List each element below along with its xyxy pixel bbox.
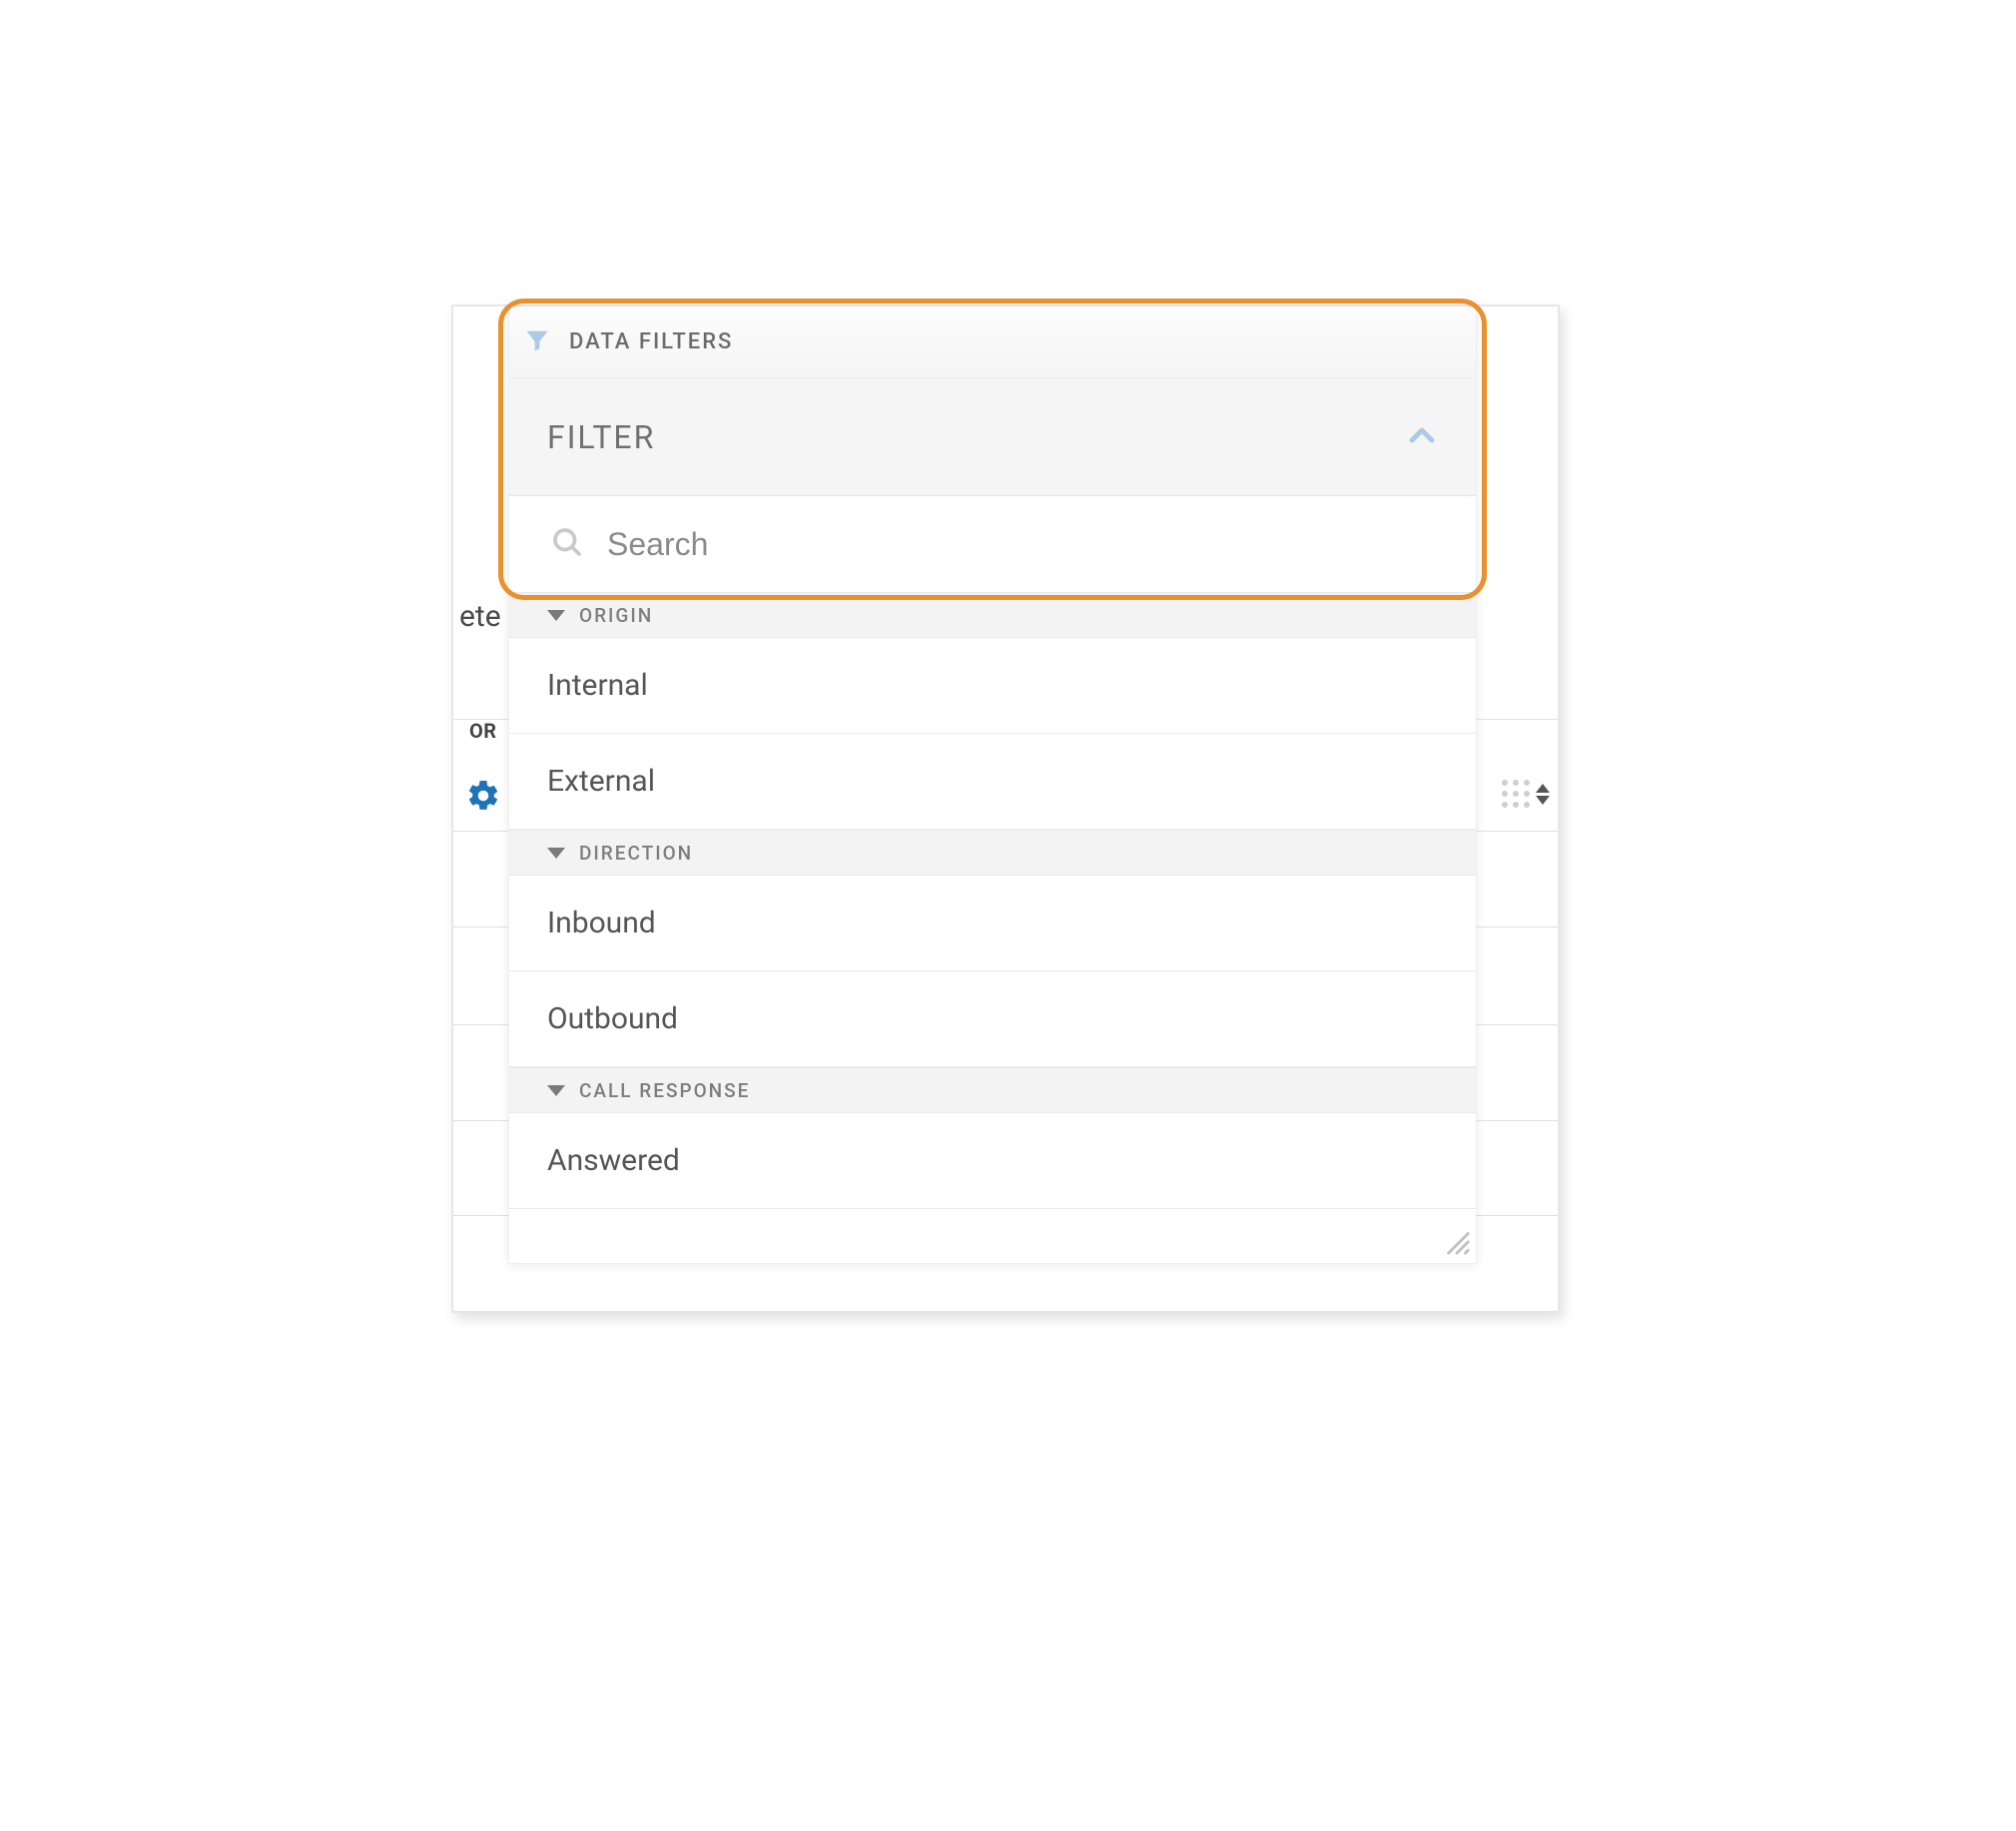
group-label: ORIGIN [579,604,653,627]
panel-header: DATA FILTERS [509,306,1476,378]
filter-section-toggle[interactable]: FILTER [509,378,1476,496]
resize-grip-icon[interactable] [1443,1228,1471,1260]
filter-option-outbound[interactable]: Outbound [509,971,1476,1067]
truncated-text-behind-panel: ete [459,599,501,634]
chevron-down-icon [547,848,565,859]
chevron-up-icon [1402,415,1442,459]
screenshot-frame: ete OR DATA FILTERS FILTER [451,305,1560,1313]
chevron-down-icon [547,610,565,621]
search-input[interactable] [607,526,1436,563]
group-header-direction[interactable]: DIRECTION [509,830,1476,876]
filter-section-label: FILTER [547,418,655,456]
group-header-origin[interactable]: ORIGIN [509,592,1476,638]
group-header-call-response[interactable]: CALL RESPONSE [509,1067,1476,1113]
sort-arrows-icon [1536,784,1550,805]
panel-bottom-spacer [509,1209,1476,1263]
drag-handle-icon [1502,780,1530,808]
filter-option-external[interactable]: External [509,734,1476,830]
chevron-down-icon [547,1085,565,1096]
row-reorder-handle[interactable] [1502,780,1550,808]
search-icon [549,524,585,564]
gear-icon[interactable] [465,778,501,818]
panel-title: DATA FILTERS [569,329,733,354]
filter-option-answered[interactable]: Answered [509,1113,1476,1209]
group-label: DIRECTION [579,842,693,865]
filter-option-internal[interactable]: Internal [509,638,1476,734]
data-filters-panel: DATA FILTERS FILTER ORIGIN Internal E [508,306,1477,1264]
filter-option-inbound[interactable]: Inbound [509,876,1476,971]
group-label: CALL RESPONSE [579,1079,750,1102]
funnel-icon [523,326,551,358]
search-row [509,496,1476,592]
column-header-fragment: OR [469,719,497,743]
